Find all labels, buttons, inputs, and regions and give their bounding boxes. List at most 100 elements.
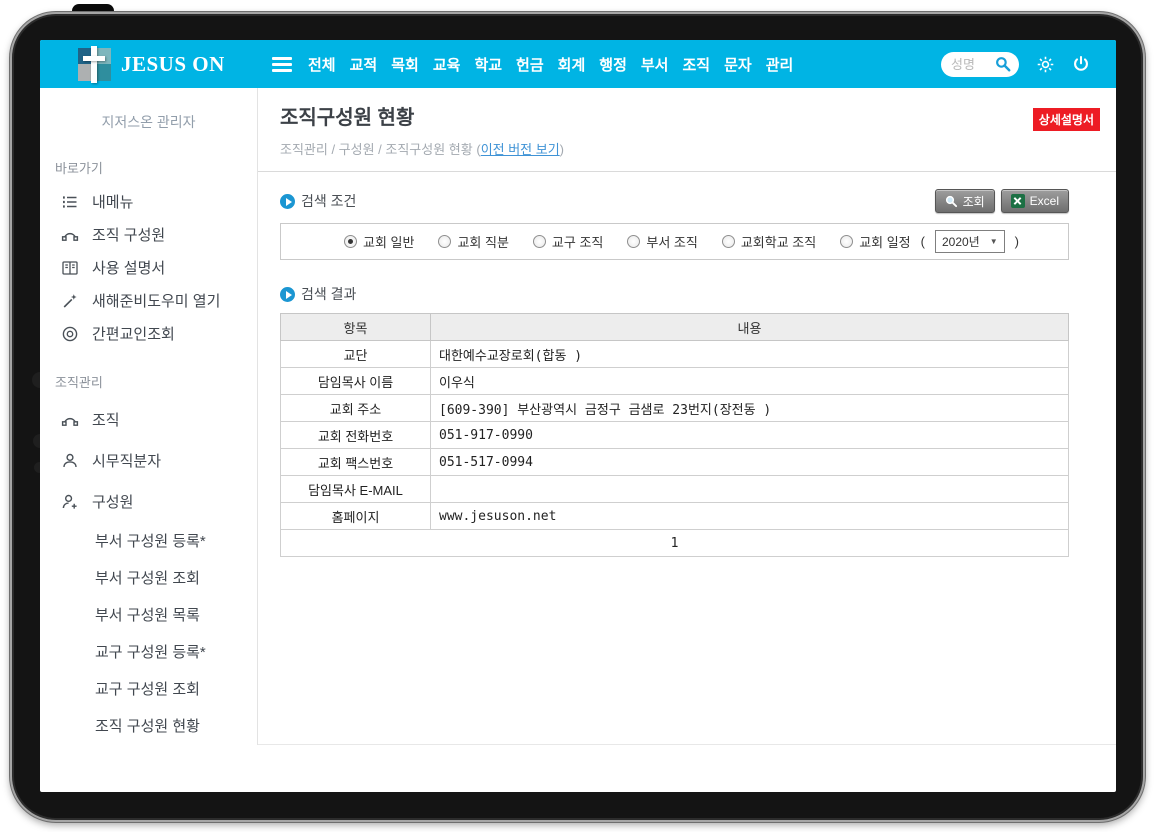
nav-item-11[interactable]: 관리: [766, 54, 794, 75]
search-button[interactable]: 조회: [935, 189, 995, 213]
row-value: 이우식: [431, 368, 1069, 395]
year-select[interactable]: 2020년 ▼: [935, 230, 1005, 253]
hamburger-menu-icon[interactable]: [272, 57, 292, 72]
row-value: 051-917-0990: [431, 422, 1069, 449]
topbar: JESUS ON 전체 교적 목회 교육 학교 헌금 회계 행정 부서 조직 문…: [40, 40, 1116, 88]
nav-item-7[interactable]: 행정: [599, 54, 627, 75]
title-band: 조직구성원 현황 조직관리 / 구성원 / 조직구성원 현황 (이전 버전 보기…: [258, 88, 1116, 172]
section-bullet-icon: [280, 194, 295, 209]
person-icon: [61, 452, 79, 470]
sidebar-item-label: 조직: [92, 409, 120, 430]
row-label: 홈페이지: [281, 503, 431, 530]
sidebar-item-my-menu[interactable]: 내메뉴: [40, 185, 257, 218]
radio-label: 부서 조직: [646, 232, 697, 251]
search-input[interactable]: [951, 57, 995, 72]
sidebar-item-quick-member-search[interactable]: 간편교인조회: [40, 317, 257, 350]
sidebar-item-org[interactable]: 조직: [40, 399, 257, 440]
sidebar-item-newyear-helper[interactable]: 새해준비도우미 열기: [40, 284, 257, 317]
row-label: 교회 주소: [281, 395, 431, 422]
radio-church-schedule[interactable]: 교회 일정: [840, 232, 910, 251]
radio-circle[interactable]: [627, 235, 640, 248]
sidebar-subitem-dept-member-search[interactable]: 부서 구성원 조회: [40, 559, 257, 596]
sidebar-subitem-dept-member-list[interactable]: 부서 구성원 목록: [40, 596, 257, 633]
sidebar-subitem-parish-member-search[interactable]: 교구 구성원 조회: [40, 670, 257, 707]
brand[interactable]: JESUS ON: [40, 48, 258, 81]
sidebar-item-officers[interactable]: 시무직분자: [40, 440, 257, 481]
nav-item-8[interactable]: 부서: [641, 54, 669, 75]
radio-label: 교구 조직: [552, 232, 603, 251]
paren-close: ): [1015, 234, 1019, 249]
radio-label: 교회 일반: [363, 232, 414, 251]
sidebar-section-shortcuts: 바로가기: [40, 158, 257, 177]
cross-logo-icon: [78, 48, 111, 81]
menu-list-icon: [61, 193, 79, 211]
row-label: 교회 팩스번호: [281, 449, 431, 476]
radio-circle[interactable]: [840, 235, 853, 248]
row-value: 대한예수교장로회(합동 ): [431, 341, 1069, 368]
column-header-content: 내용: [431, 314, 1069, 341]
nav-item-6[interactable]: 회계: [558, 54, 586, 75]
organization-icon: [61, 411, 79, 429]
breadcrumb: 조직관리 / 구성원 / 조직구성원 현황 (이전 버전 보기): [280, 139, 1094, 158]
sidebar-item-org-members[interactable]: 조직 구성원: [40, 218, 257, 251]
sidebar-subitem-parish-member-register[interactable]: 교구 구성원 등록*: [40, 633, 257, 670]
row-label: 교회 전화번호: [281, 422, 431, 449]
sidebar-item-user-manual[interactable]: 사용 설명서: [40, 251, 257, 284]
search-condition-header: 검색 조건: [280, 191, 356, 211]
nav-item-10[interactable]: 문자: [724, 54, 752, 75]
eye-icon: [61, 325, 79, 343]
radio-church-school-org[interactable]: 교회학교 조직: [722, 232, 816, 251]
nav-item-9[interactable]: 조직: [682, 54, 710, 75]
excel-button[interactable]: Excel: [1001, 189, 1069, 213]
nav-item-5[interactable]: 헌금: [516, 54, 544, 75]
excel-icon: [1011, 194, 1025, 208]
brand-name: JESUS ON: [121, 52, 225, 77]
previous-version-link[interactable]: 이전 버전 보기: [481, 142, 560, 157]
power-icon[interactable]: [1072, 55, 1090, 73]
person-plus-icon: [61, 493, 79, 511]
manual-badge[interactable]: 상세설명서: [1033, 108, 1100, 131]
nav-item-0[interactable]: 전체: [308, 54, 336, 75]
search-icon[interactable]: [995, 56, 1011, 72]
nav-item-2[interactable]: 목회: [391, 54, 419, 75]
radio-dept-org[interactable]: 부서 조직: [627, 232, 697, 251]
tablet-mockup: JESUS ON 전체 교적 목회 교육 학교 헌금 회계 행정 부서 조직 문…: [0, 0, 1155, 832]
radio-church-position[interactable]: 교회 직분: [438, 232, 508, 251]
table-row: 교단대한예수교장로회(합동 ): [281, 341, 1069, 368]
radio-label: 교회학교 조직: [741, 232, 816, 251]
sidebar-item-members[interactable]: 구성원: [40, 481, 257, 522]
sidebar-section-org-management: 조직관리: [40, 372, 257, 391]
organization-icon: [61, 226, 79, 244]
page-title: 조직구성원 현황: [280, 101, 1094, 130]
sidebar-item-label: 구성원: [92, 491, 133, 512]
breadcrumb-paren: ): [560, 142, 564, 157]
row-value: [431, 476, 1069, 503]
chevron-down-icon: ▼: [990, 237, 998, 246]
radio-circle[interactable]: [533, 235, 546, 248]
sidebar-subitem-org-member-status[interactable]: 조직 구성원 현황: [40, 707, 257, 744]
table-row: 담임목사 E-MAIL: [281, 476, 1069, 503]
radio-church-general[interactable]: 교회 일반: [344, 232, 414, 251]
table-row: 교회 팩스번호051-517-0994: [281, 449, 1069, 476]
nav-item-1[interactable]: 교적: [350, 54, 378, 75]
gear-icon[interactable]: [1036, 55, 1055, 74]
nav-item-3[interactable]: 교육: [433, 54, 461, 75]
table-row: 교회 전화번호051-917-0990: [281, 422, 1069, 449]
radio-circle[interactable]: [722, 235, 735, 248]
column-header-item: 항목: [281, 314, 431, 341]
topbar-right: [941, 52, 1116, 77]
results-table: 항목 내용 교단대한예수교장로회(합동 ) 담임목사 이름이우식 교회 주소[6…: [280, 313, 1069, 557]
pagination[interactable]: 1: [281, 530, 1069, 557]
nav-item-4[interactable]: 학교: [474, 54, 502, 75]
search-icon: [945, 195, 958, 208]
sidebar-subitem-dept-member-register[interactable]: 부서 구성원 등록*: [40, 522, 257, 559]
name-search-box[interactable]: [941, 52, 1019, 77]
radio-circle[interactable]: [438, 235, 451, 248]
app-screen: JESUS ON 전체 교적 목회 교육 학교 헌금 회계 행정 부서 조직 문…: [40, 40, 1116, 792]
radio-parish-org[interactable]: 교구 조직: [533, 232, 603, 251]
row-value: www.jesuson.net: [431, 503, 1069, 530]
top-navigation: 전체 교적 목회 교육 학교 헌금 회계 행정 부서 조직 문자 관리: [308, 54, 793, 75]
row-label: 담임목사 E-MAIL: [281, 476, 431, 503]
radio-circle[interactable]: [344, 235, 357, 248]
sidebar-item-label: 사용 설명서: [92, 257, 165, 278]
